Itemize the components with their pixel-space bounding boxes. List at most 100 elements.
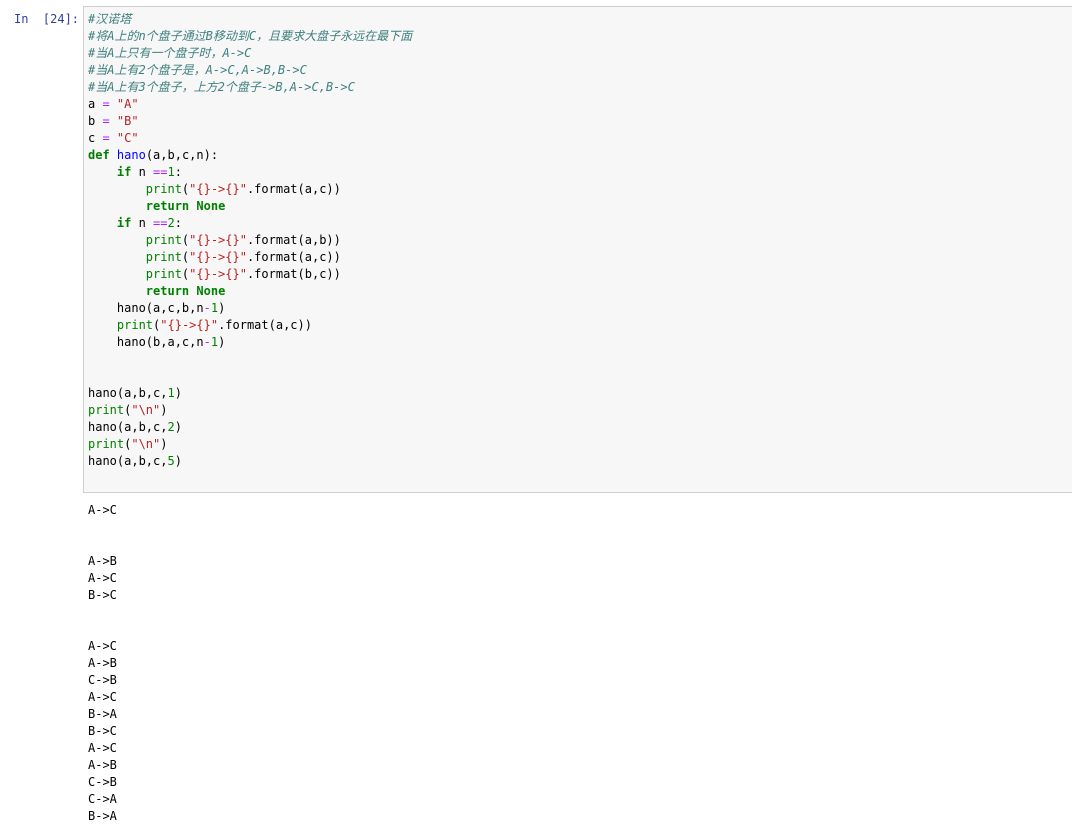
output-line: C->B — [88, 775, 117, 789]
code-token: 1 — [167, 386, 175, 400]
code-token: hano(a,b,c, — [88, 454, 168, 468]
code-token: .format(a,c)) — [246, 250, 341, 264]
code-line: def hano(a,b,c,n): — [88, 147, 412, 164]
code-token: 2 — [167, 420, 175, 434]
output-line: A->C — [88, 639, 117, 653]
code-token: ) — [218, 301, 226, 315]
code-token: 5 — [167, 454, 175, 468]
code-line: a = "A" — [88, 96, 412, 113]
code-line: hano(b,a,c,n-1) — [88, 334, 412, 351]
code-token: 1 — [210, 301, 219, 315]
code-line: print("\n") — [88, 436, 412, 453]
code-token: n — [131, 165, 154, 179]
output-line: C->B — [88, 673, 117, 687]
code-token: = — [102, 97, 110, 111]
code-token: ) — [174, 386, 182, 400]
code-line: print("{}->{}".format(a,c)) — [88, 317, 412, 334]
code-token: .format(a,c)) — [246, 182, 341, 196]
code-token: = — [102, 114, 110, 128]
output-line: B->A — [88, 707, 117, 721]
code-line: #当A上有3个盘子，上方2个盘子->B,A->C,B->C — [88, 79, 412, 96]
code-token: 1 — [167, 165, 175, 179]
code-token: #当A上有3个盘子，上方2个盘子->B,A->C,B->C — [88, 80, 355, 94]
code-token: print — [145, 267, 182, 281]
code-token: print — [116, 318, 154, 332]
code-token: #当A上只有一个盘子时，A->C — [88, 46, 252, 60]
code-token: 2 — [167, 216, 175, 230]
code-token: ) — [160, 437, 168, 451]
output-line: A->B — [88, 554, 117, 568]
code-token: "{}->{}" — [189, 233, 247, 247]
code-token: hano(a,c,b,n — [88, 301, 204, 315]
code-line: hano(a,b,c,1) — [88, 385, 412, 402]
code-token: "{}->{}" — [189, 182, 247, 196]
code-line: #当A上有2个盘子是，A->C,A->B,B->C — [88, 62, 412, 79]
code-token: a — [88, 97, 103, 111]
code-token: return — [145, 284, 190, 298]
code-token: - — [203, 301, 211, 315]
output-line: C->A — [88, 792, 117, 806]
code-line: return None — [88, 283, 412, 300]
code-line: b = "B" — [88, 113, 412, 130]
code-token: "{}->{}" — [160, 318, 219, 332]
code-token: .format(b,c)) — [246, 267, 341, 281]
code-token: - — [203, 335, 211, 349]
code-line: print("{}->{}".format(b,c)) — [88, 266, 412, 283]
code-token: print — [145, 182, 182, 196]
code-token: if — [116, 165, 132, 179]
code-token: "{}->{}" — [189, 267, 247, 281]
code-token: print — [145, 250, 182, 264]
code-line: print("{}->{}".format(a,b)) — [88, 232, 412, 249]
code-line: if n ==2: — [88, 215, 412, 232]
code-token: def — [88, 148, 110, 162]
output-line: A->C — [88, 690, 117, 704]
code-token: : — [174, 165, 182, 179]
code-line: #将A上的n个盘子通过B移动到C，且要求大盘子永远在最下面 — [88, 28, 412, 45]
code-token: hano(a,b,c, — [88, 386, 168, 400]
output-line: B->C — [88, 588, 117, 602]
code-line: hano(a,c,b,n-1) — [88, 300, 412, 317]
code-token: "C" — [116, 131, 139, 145]
code-token: c — [88, 131, 103, 145]
code-token: "{}->{}" — [189, 250, 247, 264]
code-line: c = "C" — [88, 130, 412, 147]
output-line: A->B — [88, 656, 117, 670]
code-token: .format(a,b)) — [246, 233, 341, 247]
code-token: return — [145, 199, 190, 213]
cell-output: A->C A->B A->C B->C A->C A->B C->B A->C B->A B-… — [88, 502, 117, 825]
code-line: #当A上只有一个盘子时，A->C — [88, 45, 412, 62]
code-token: print — [88, 437, 125, 451]
code-token: == — [153, 165, 168, 179]
code-token: .format(a,c)) — [218, 318, 312, 332]
output-line: A->B — [88, 758, 117, 772]
code-token: == — [153, 216, 168, 230]
code-token: ) — [174, 420, 182, 434]
code-token: : — [174, 216, 182, 230]
code-editor[interactable]: #汉诺塔 #将A上的n个盘子通过B移动到C，且要求大盘子永远在最下面 #当A上只有一… — [88, 11, 412, 470]
output-line: A->C — [88, 503, 117, 517]
code-token: if — [116, 216, 132, 230]
code-line: hano(a,b,c,2) — [88, 419, 412, 436]
code-line: print("{}->{}".format(a,c)) — [88, 181, 412, 198]
code-token: ) — [160, 403, 168, 417]
code-token: n — [131, 216, 154, 230]
code-token: print — [88, 403, 125, 417]
output-line: A->C — [88, 571, 117, 585]
code-line: print("{}->{}".format(a,c)) — [88, 249, 412, 266]
code-token: print — [145, 233, 182, 247]
input-prompt: In [24]: — [14, 12, 80, 26]
